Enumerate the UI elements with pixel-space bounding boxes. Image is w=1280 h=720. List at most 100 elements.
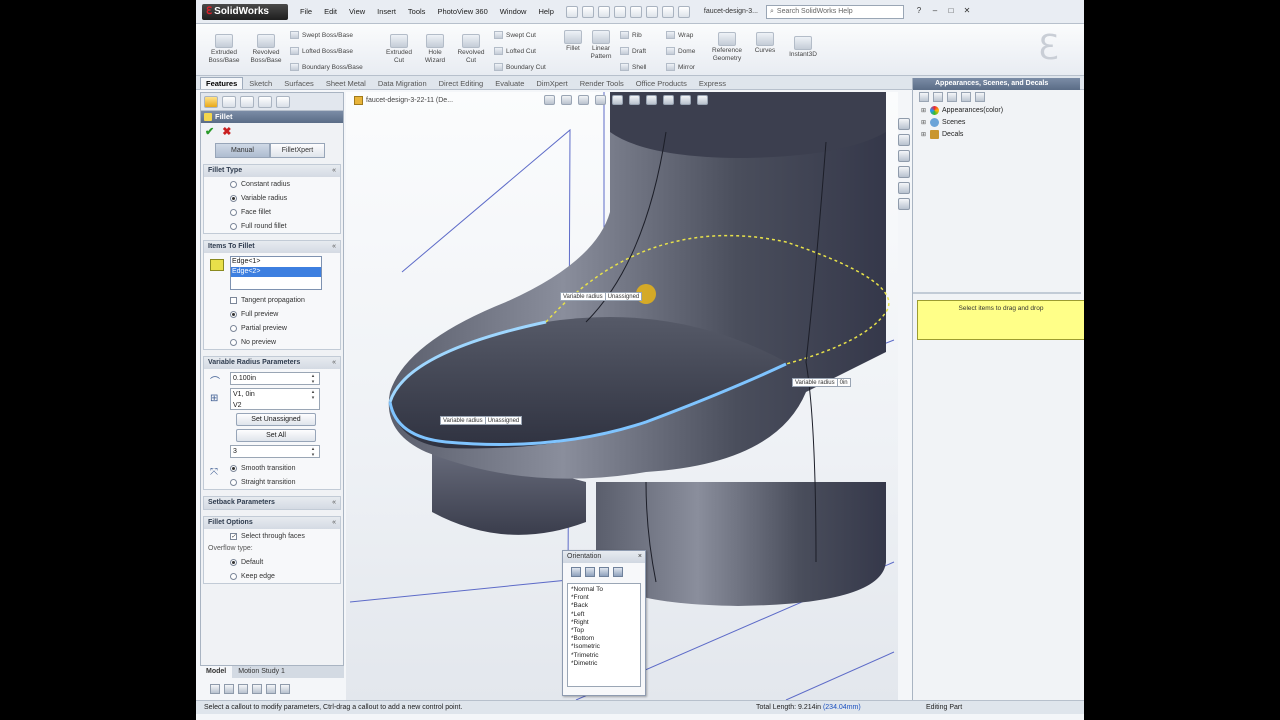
tab-data-migration[interactable]: Data Migration — [372, 77, 433, 89]
boundary-boss-button[interactable]: Boundary Boss/Base — [290, 63, 363, 71]
feature-tree-flyout[interactable]: faucet-design-3-22-11 (De... — [354, 96, 453, 105]
display-icon[interactable] — [266, 684, 276, 694]
fillet-type-header[interactable]: Fillet Type — [204, 165, 340, 177]
view-palette-icon[interactable] — [898, 166, 910, 178]
view-orientation-icon[interactable] — [612, 95, 623, 105]
items-to-fillet-header[interactable]: Items To Fillet — [204, 241, 340, 253]
reset-view-icon[interactable] — [599, 567, 609, 577]
tab-sketch[interactable]: Sketch — [243, 77, 278, 89]
extruded-cut-button[interactable]: Extruded Cut — [382, 34, 416, 65]
save-icon[interactable] — [597, 5, 610, 18]
list-item[interactable]: *Front — [571, 594, 637, 602]
view-settings-icon[interactable] — [697, 95, 708, 105]
list-item[interactable]: V2 — [233, 400, 319, 411]
solidworks-logo[interactable]: ℇ SolidWorks — [202, 3, 288, 20]
tab-express[interactable]: Express — [693, 77, 732, 89]
tab-sheet-metal[interactable]: Sheet Metal — [320, 77, 372, 89]
no-preview-option[interactable]: No preview — [204, 335, 340, 349]
appearances-icon[interactable] — [898, 182, 910, 194]
help-icon[interactable] — [975, 92, 985, 102]
shell-button[interactable]: Shell — [620, 63, 646, 71]
tree-item-scenes[interactable]: ⊞ Scenes — [921, 116, 1080, 128]
menu-insert[interactable]: Insert — [371, 5, 402, 18]
fillet-button[interactable]: Fillet — [562, 30, 584, 53]
up-icon[interactable] — [947, 92, 957, 102]
setback-header[interactable]: Setback Parameters — [204, 497, 340, 509]
list-item[interactable]: *Back — [571, 602, 637, 610]
print-icon[interactable] — [613, 5, 626, 18]
tab-model[interactable]: Model — [200, 666, 233, 678]
filletxpert-tab[interactable]: FilletXpert — [270, 143, 325, 158]
menu-help[interactable]: Help — [532, 5, 559, 18]
drag-drop-zone[interactable]: Select items to drag and drop — [917, 300, 1084, 340]
tab-render-tools[interactable]: Render Tools — [574, 77, 630, 89]
help-search-input[interactable]: ⌕ Search SolidWorks Help — [765, 4, 904, 19]
tab-office-products[interactable]: Office Products — [630, 77, 693, 89]
design-library-icon[interactable] — [898, 134, 910, 146]
orientation-title[interactable]: Orientation — [563, 551, 645, 563]
expand-icon[interactable]: ⊞ — [921, 107, 927, 114]
full-preview-option[interactable]: Full preview — [204, 307, 340, 321]
wrap-button[interactable]: Wrap — [666, 31, 693, 39]
display-style-icon[interactable] — [629, 95, 640, 105]
tab-motion-study[interactable]: Motion Study 1 — [232, 666, 291, 678]
tree-item-decals[interactable]: ⊞ Decals — [921, 128, 1080, 140]
zoom-fit-icon[interactable] — [544, 95, 555, 105]
variable-radius-callout[interactable]: Variable radius Unassigned — [560, 292, 643, 301]
straight-transition-option[interactable]: Straight transition — [204, 475, 340, 489]
tab-dimxpert[interactable]: DimXpert — [530, 77, 573, 89]
last-icon[interactable] — [252, 684, 262, 694]
rib-button[interactable]: Rib — [620, 31, 642, 39]
property-manager-icon[interactable] — [222, 96, 236, 108]
update-view-icon[interactable] — [585, 567, 595, 577]
full-round-fillet-option[interactable]: Full round fillet — [204, 219, 340, 233]
tab-surfaces[interactable]: Surfaces — [278, 77, 320, 89]
forward-icon[interactable] — [933, 92, 943, 102]
partial-preview-option[interactable]: Partial preview — [204, 321, 340, 335]
lofted-boss-button[interactable]: Lofted Boss/Base — [290, 47, 353, 55]
list-item[interactable]: *Isometric — [571, 643, 637, 651]
variable-radius-callout[interactable]: Variable radius Unassigned — [440, 416, 523, 425]
extruded-boss-button[interactable]: Extruded Boss/Base — [206, 34, 242, 65]
variable-radius-callout[interactable]: Variable radius 0in — [792, 378, 851, 387]
mirror-button[interactable]: Mirror — [666, 63, 695, 71]
revolved-boss-button[interactable]: Revolved Boss/Base — [248, 34, 284, 65]
prev-icon[interactable] — [210, 684, 220, 694]
menu-view[interactable]: View — [343, 5, 371, 18]
menu-edit[interactable]: Edit — [318, 5, 343, 18]
configuration-manager-icon[interactable] — [240, 96, 254, 108]
revolved-cut-button[interactable]: Revolved Cut — [454, 34, 488, 65]
new-icon[interactable] — [565, 5, 578, 18]
first-icon[interactable] — [238, 684, 248, 694]
list-item[interactable]: *Trimetric — [571, 652, 637, 660]
variable-radius-option[interactable]: Variable radius — [204, 191, 340, 205]
menu-tools[interactable]: Tools — [402, 5, 432, 18]
list-item[interactable]: Edge<1> — [231, 257, 321, 267]
list-item[interactable]: V1, 0in — [233, 389, 319, 400]
minimize-icon[interactable]: – — [928, 5, 942, 18]
tab-evaluate[interactable]: Evaluate — [489, 77, 530, 89]
back-icon[interactable] — [919, 92, 929, 102]
variable-radius-header[interactable]: Variable Radius Parameters — [204, 357, 340, 369]
task-pane-splitter[interactable] — [913, 292, 1081, 294]
menu-photoview[interactable]: PhotoView 360 — [431, 5, 493, 18]
options-icon[interactable] — [677, 5, 690, 18]
cancel-x-icon[interactable]: ✖ — [222, 125, 231, 138]
maximize-icon[interactable]: □ — [944, 5, 958, 18]
instances-input[interactable]: 3 — [230, 445, 320, 458]
help-icon[interactable]: ? — [912, 5, 926, 18]
constant-radius-option[interactable]: Constant radius — [204, 177, 340, 191]
tangent-propagation-checkbox[interactable]: Tangent propagation — [204, 293, 340, 307]
previous-view-icon[interactable] — [578, 95, 589, 105]
set-all-button[interactable]: Set All — [236, 429, 316, 442]
tree-item-appearances[interactable]: ⊞ Appearances(color) — [921, 104, 1080, 116]
menu-file[interactable]: File — [294, 5, 318, 18]
lofted-cut-button[interactable]: Lofted Cut — [494, 47, 536, 55]
manual-tab[interactable]: Manual — [215, 143, 270, 158]
resources-icon[interactable] — [898, 118, 910, 130]
feature-manager-icon[interactable] — [204, 96, 218, 108]
swept-cut-button[interactable]: Swept Cut — [494, 31, 536, 39]
radius-input[interactable]: 0.100in — [230, 372, 320, 385]
close-icon[interactable]: ✕ — [960, 5, 974, 18]
section-view-icon[interactable] — [595, 95, 606, 105]
